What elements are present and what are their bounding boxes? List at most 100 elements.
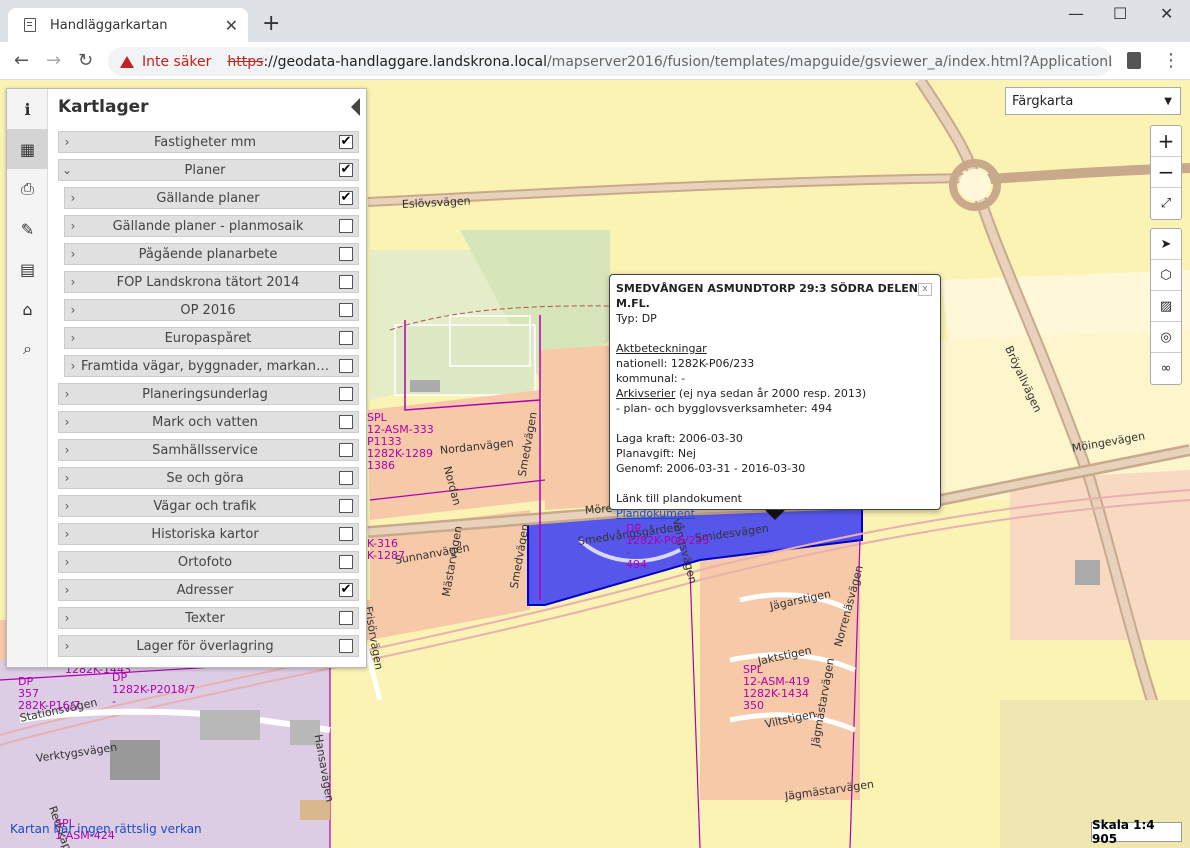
layer-label: Se och göra xyxy=(166,470,244,486)
layer-row[interactable]: › Lager för överlagring xyxy=(58,635,359,657)
compass-icon[interactable]: ◎ xyxy=(1151,322,1181,353)
disclaimer-text: Kartan har ingen rättslig verkan xyxy=(10,822,202,836)
layer-checkbox[interactable] xyxy=(339,611,353,625)
layer-row[interactable]: ›Framtida vägar, byggnader, markanvändni… xyxy=(64,355,359,377)
chevron-right-icon[interactable]: › xyxy=(59,415,75,429)
browser-toolbar: ← → ↻ Inte säker https://geodata-handlag… xyxy=(0,42,1190,80)
chevron-right-icon[interactable]: › xyxy=(59,639,75,653)
chevron-right-icon[interactable]: › xyxy=(65,247,81,261)
security-label[interactable]: Inte säker xyxy=(142,54,211,70)
link-icon[interactable]: ∞ xyxy=(1151,353,1181,384)
fullscreen-icon[interactable]: ⤢ xyxy=(1151,188,1181,219)
layer-row[interactable]: › Fastigheter mm ✔ xyxy=(58,131,359,153)
chevron-right-icon[interactable]: › xyxy=(59,135,75,149)
new-tab-button[interactable]: + xyxy=(262,11,280,36)
layer-checkbox[interactable] xyxy=(339,639,353,653)
chevron-right-icon[interactable]: › xyxy=(59,471,75,485)
layer-checkbox[interactable] xyxy=(339,443,353,457)
chevron-right-icon[interactable]: › xyxy=(59,499,75,513)
layer-row[interactable]: › Gällande planer - planmosaik xyxy=(64,215,359,237)
layer-label: FÖP Landskrona tätort 2014 xyxy=(116,274,300,290)
chevron-right-icon[interactable]: › xyxy=(59,387,75,401)
close-window-button[interactable]: ✕ xyxy=(1160,4,1173,23)
chevron-right-icon[interactable]: › xyxy=(65,331,81,345)
chevron-right-icon[interactable]: › xyxy=(65,359,81,373)
address-bar[interactable]: Inte säker https://geodata-handlaggare.l… xyxy=(108,47,1112,76)
popup-close-button[interactable]: x xyxy=(918,283,932,296)
layer-row[interactable]: › Vägar och trafik xyxy=(58,495,359,517)
layer-checkbox[interactable]: ✔ xyxy=(339,583,353,597)
layer-checkbox[interactable]: ✔ xyxy=(339,191,353,205)
layer-checkbox[interactable] xyxy=(339,555,353,569)
layer-row[interactable]: › Texter xyxy=(58,607,359,629)
layer-checkbox[interactable] xyxy=(339,527,353,541)
layer-row[interactable]: › Mark och vatten xyxy=(58,411,359,433)
layer-checkbox[interactable] xyxy=(339,247,353,261)
chevron-right-icon[interactable]: › xyxy=(59,555,75,569)
account-icon[interactable] xyxy=(1127,52,1141,69)
chevron-down-icon[interactable]: ⌄ xyxy=(59,163,75,177)
menu-icon[interactable]: ⋮ xyxy=(1162,50,1180,71)
layer-row[interactable]: › ÖP 2016 xyxy=(64,299,359,321)
forward-button[interactable]: → xyxy=(46,50,61,71)
collapse-panel-icon[interactable] xyxy=(351,98,360,116)
plandokument-link[interactable]: Plandokument xyxy=(616,507,695,520)
back-button[interactable]: ← xyxy=(14,50,29,71)
reload-button[interactable]: ↻ xyxy=(78,50,93,71)
layer-row[interactable]: › Historiska kartor xyxy=(58,523,359,545)
zoom-in-button[interactable]: + xyxy=(1151,126,1181,157)
basemap-select[interactable]: Färgkarta ▼ xyxy=(1005,87,1181,115)
search-icon[interactable]: ⌕ xyxy=(7,329,48,369)
layer-row[interactable]: › FÖP Landskrona tätort 2014 xyxy=(64,271,359,293)
layer-checkbox[interactable] xyxy=(339,359,353,373)
layer-row[interactable]: › Se och göra xyxy=(58,467,359,489)
layer-row[interactable]: › Adresser ✔ xyxy=(58,579,359,601)
chevron-right-icon[interactable]: › xyxy=(65,275,81,289)
map-icon[interactable]: ▦ xyxy=(7,129,48,169)
layer-row[interactable]: › Europaspåret xyxy=(64,327,359,349)
layer-checkbox[interactable]: ✔ xyxy=(339,163,353,177)
zoom-out-button[interactable]: − xyxy=(1151,157,1181,188)
layer-checkbox[interactable]: ✔ xyxy=(339,135,353,149)
popup-planavgift: Planavgift: Nej xyxy=(616,447,696,460)
popup-heading: SMEDVÅNGEN ASMUNDTORP 29:3 SÖDRA DELEN M… xyxy=(616,282,918,310)
layer-checkbox[interactable] xyxy=(339,415,353,429)
layer-checkbox[interactable] xyxy=(339,471,353,485)
chevron-right-icon[interactable]: › xyxy=(59,611,75,625)
document-icon[interactable]: ▤ xyxy=(7,249,48,289)
info-icon[interactable]: ℹ xyxy=(7,89,48,129)
print-icon[interactable]: ⎙ xyxy=(7,169,48,209)
layer-checkbox[interactable] xyxy=(339,303,353,317)
map-canvas[interactable]: Eslövsvägen Bröyallvägen Möingevägen Nordan… xyxy=(0,80,1190,848)
chevron-right-icon[interactable]: › xyxy=(59,583,75,597)
layer-checkbox[interactable] xyxy=(339,275,353,289)
layer-row[interactable]: › Ortofoto xyxy=(58,551,359,573)
chevron-right-icon[interactable]: › xyxy=(65,303,81,317)
layer-row[interactable]: › Pågående planarbete xyxy=(64,243,359,265)
tab-close-icon[interactable]: ✕ xyxy=(225,16,238,35)
layer-checkbox[interactable] xyxy=(339,219,353,233)
plan-label: DP 1282K-P2018/7- xyxy=(112,672,195,708)
popup-nationell: nationell: 1282K-P06/233 xyxy=(616,357,755,370)
layer-row[interactable]: › Gällande planer ✔ xyxy=(64,187,359,209)
maximize-button[interactable]: ☐ xyxy=(1113,4,1127,23)
locate-icon[interactable]: ➤ xyxy=(1151,229,1181,260)
hexagon-icon[interactable]: ⬡ xyxy=(1151,260,1181,291)
layer-row[interactable]: › Planeringsunderlag xyxy=(58,383,359,405)
chevron-right-icon[interactable]: › xyxy=(65,191,81,205)
map-tools-icon[interactable]: ▨ xyxy=(1151,291,1181,322)
minimize-button[interactable]: — xyxy=(1068,4,1084,23)
home-icon[interactable]: ⌂ xyxy=(7,289,48,329)
layer-checkbox[interactable] xyxy=(339,387,353,401)
layer-checkbox[interactable] xyxy=(339,499,353,513)
page-icon xyxy=(24,18,36,32)
dropdown-icon: ▼ xyxy=(1164,95,1172,107)
layer-row[interactable]: › Samhällsservice xyxy=(58,439,359,461)
pencil-icon[interactable]: ✎ xyxy=(7,209,48,249)
browser-tab[interactable]: Handläggarkartan ✕ xyxy=(8,8,248,42)
chevron-right-icon[interactable]: › xyxy=(59,443,75,457)
layer-checkbox[interactable] xyxy=(339,331,353,345)
layer-row[interactable]: ⌄ Planer ✔ xyxy=(58,159,359,181)
chevron-right-icon[interactable]: › xyxy=(59,527,75,541)
chevron-right-icon[interactable]: › xyxy=(65,219,81,233)
